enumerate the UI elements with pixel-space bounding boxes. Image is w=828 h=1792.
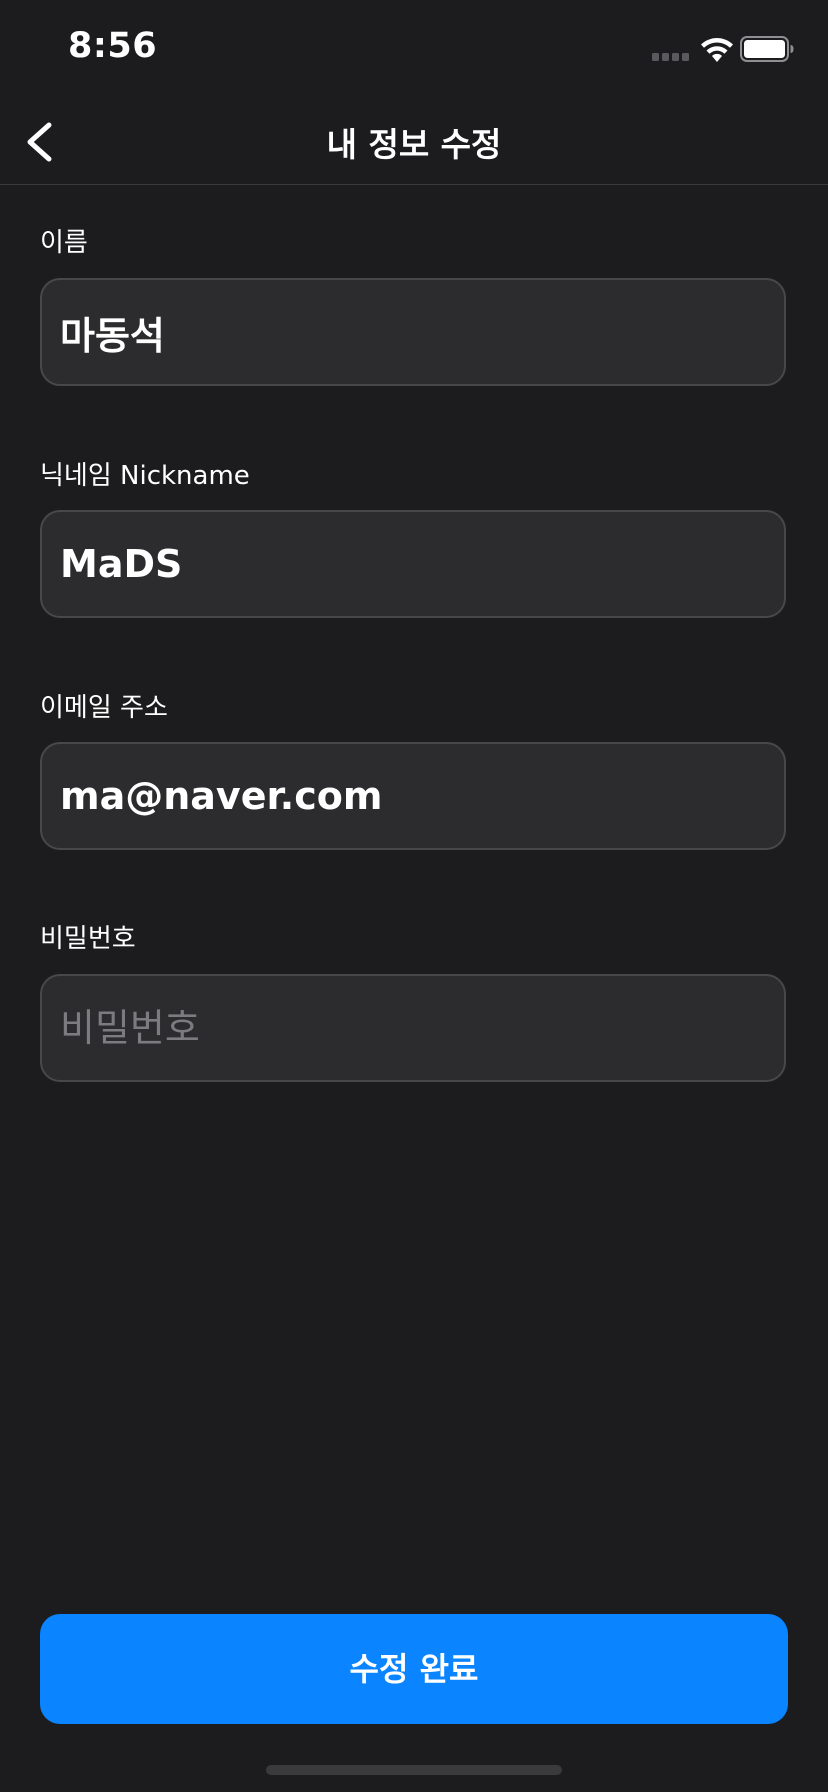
password-field[interactable] [40,974,786,1082]
battery-icon [740,36,794,62]
password-input[interactable] [60,976,760,1080]
navigation-bar: 내 정보 수정 [0,100,828,185]
email-field[interactable] [40,742,786,850]
name-input[interactable] [60,280,760,384]
edit-profile-screen: 8:56 내 정보 수정 이름 닉네임 Nicknam [0,0,828,1792]
status-time: 8:56 [68,26,158,66]
page-title: 내 정보 수정 [326,125,502,164]
nickname-field[interactable] [40,510,786,618]
password-label: 비밀번호 [40,924,136,954]
submit-button[interactable]: 수정 완료 [40,1614,788,1724]
nickname-input[interactable] [60,512,760,616]
home-indicator[interactable] [266,1765,562,1775]
cellular-signal-icon [652,53,689,61]
nickname-label: 닉네임 Nickname [40,461,250,491]
email-label: 이메일 주소 [40,693,168,723]
status-bar: 8:56 [0,0,828,100]
name-label: 이름 [40,228,88,258]
name-field[interactable] [40,278,786,386]
email-input[interactable] [60,744,760,848]
wifi-icon [701,38,733,62]
